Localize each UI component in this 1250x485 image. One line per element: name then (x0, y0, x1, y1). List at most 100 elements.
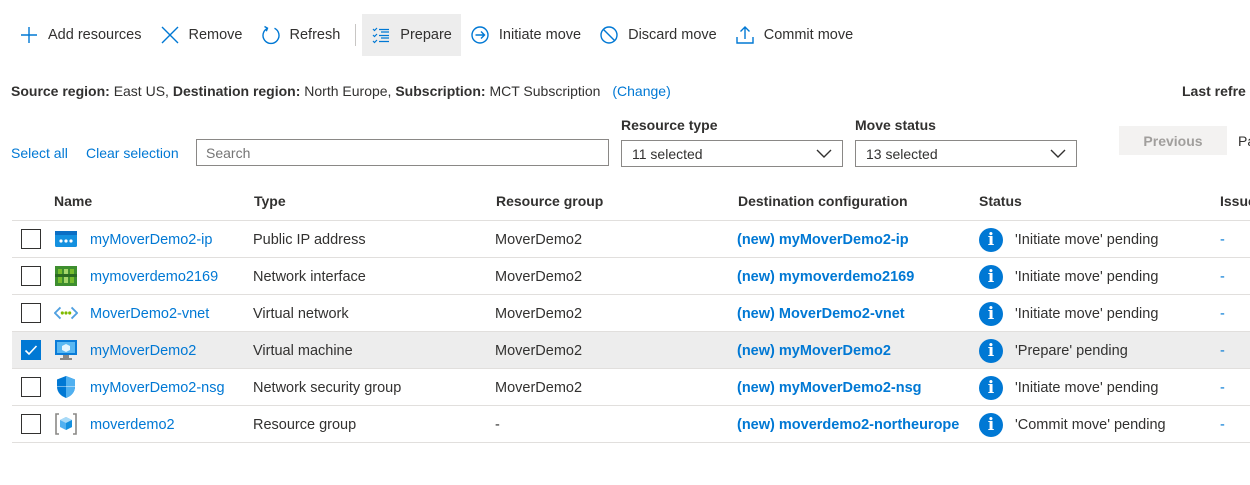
destination-link[interactable]: (new) MoverDemo2-vnet (737, 295, 905, 332)
row-checkbox[interactable] (21, 340, 41, 360)
resource-group: MoverDemo2 (495, 342, 583, 359)
virtual-network-icon (54, 302, 78, 324)
destination-link[interactable]: (new) moverdemo2-northeurope (737, 406, 959, 443)
resource-group: MoverDemo2 (495, 305, 583, 322)
remove-button[interactable]: Remove (151, 14, 252, 56)
resource-name-link[interactable]: myMoverDemo2-ip (90, 221, 212, 258)
move-status-label: Move status (855, 117, 936, 133)
issues-link[interactable]: - (1220, 332, 1225, 369)
row-checkbox[interactable] (21, 414, 41, 434)
column-header-type[interactable]: Type (254, 193, 286, 209)
row-checkbox[interactable] (21, 229, 41, 249)
issues-link[interactable]: - (1220, 295, 1225, 332)
resource-name-link[interactable]: moverdemo2 (90, 406, 175, 443)
source-region-value: East US, (113, 83, 169, 99)
row-checkbox[interactable] (21, 266, 41, 286)
discard-move-label: Discard move (628, 27, 717, 43)
change-link[interactable]: (Change) (612, 83, 670, 99)
resource-type: Network security group (253, 379, 402, 396)
previous-button[interactable]: Previous (1119, 126, 1227, 155)
table-row[interactable]: moverdemo2 Resource group - (new) moverd… (12, 406, 1250, 443)
destination-link[interactable]: (new) myMoverDemo2-nsg (737, 369, 922, 406)
refresh-button[interactable]: Refresh (252, 14, 350, 56)
resource-name-link[interactable]: myMoverDemo2-nsg (90, 369, 225, 406)
resource-type: Virtual machine (253, 342, 353, 359)
info-icon: i (979, 264, 1003, 289)
column-header-status[interactable]: Status (979, 193, 1022, 209)
resource-group: MoverDemo2 (495, 268, 583, 285)
status-text: 'Initiate move' pending (1015, 231, 1159, 248)
refresh-label: Refresh (289, 27, 341, 43)
status-cell: i 'Initiate move' pending (979, 221, 1158, 258)
move-status-value: 13 selected (866, 145, 938, 162)
status-text: 'Initiate move' pending (1015, 268, 1159, 285)
column-header-name[interactable]: Name (54, 193, 92, 209)
chevron-down-icon (816, 146, 832, 162)
prepare-button[interactable]: Prepare (362, 14, 461, 56)
resource-name-link[interactable]: myMoverDemo2 (90, 332, 196, 369)
refresh-icon (261, 25, 281, 45)
status-cell: i 'Prepare' pending (979, 332, 1128, 369)
column-header-issues[interactable]: Issue (1220, 193, 1250, 209)
destination-link[interactable]: (new) myMoverDemo2-ip (737, 221, 909, 258)
source-region-label: Source region: (11, 83, 110, 99)
upload-icon (735, 25, 755, 45)
command-bar: Add resources Remove Refresh Prepare Ini… (10, 14, 862, 56)
resource-type-dropdown[interactable]: 11 selected (621, 140, 843, 167)
checkmark-icon (24, 345, 38, 356)
clear-selection-link[interactable]: Clear selection (86, 145, 179, 161)
commit-move-label: Commit move (763, 27, 854, 43)
move-status-dropdown[interactable]: 13 selected (855, 140, 1077, 167)
issues-link[interactable]: - (1220, 258, 1225, 295)
table-row[interactable]: mymoverdemo2169 Network interface MoverD… (12, 258, 1250, 295)
status-cell: i 'Initiate move' pending (979, 258, 1158, 295)
issues-link[interactable]: - (1220, 369, 1225, 406)
select-all-link[interactable]: Select all (11, 145, 68, 161)
commit-move-button[interactable]: Commit move (726, 14, 862, 56)
resource-name-link[interactable]: MoverDemo2-vnet (90, 295, 209, 332)
table-row[interactable]: myMoverDemo2 Virtual machine MoverDemo2 … (12, 332, 1250, 369)
resource-type: Network interface (253, 268, 366, 285)
status-text: 'Initiate move' pending (1015, 379, 1159, 396)
status-text: 'Commit move' pending (1015, 416, 1166, 433)
initiate-move-button[interactable]: Initiate move (461, 14, 590, 56)
virtual-machine-icon (54, 339, 78, 361)
info-icon: i (979, 412, 1003, 437)
toolbar-divider (355, 24, 357, 46)
discard-move-button[interactable]: Discard move (590, 14, 726, 56)
destination-region-value: North Europe, (304, 83, 392, 99)
issues-link[interactable]: - (1220, 406, 1225, 443)
last-refreshed-label: Last refre (1182, 83, 1246, 99)
destination-link[interactable]: (new) mymoverdemo2169 (737, 258, 914, 295)
close-icon (160, 25, 180, 45)
table-row[interactable]: MoverDemo2-vnet Virtual network MoverDem… (12, 295, 1250, 332)
search-input[interactable] (196, 139, 609, 166)
info-icon: i (979, 301, 1003, 326)
table-row[interactable]: myMoverDemo2-nsg Network security group … (12, 369, 1250, 406)
public-ip-icon (54, 228, 78, 250)
add-resources-label: Add resources (48, 27, 142, 43)
region-summary: Source region: East US, Destination regi… (11, 83, 671, 99)
row-checkbox[interactable] (21, 303, 41, 323)
prohibited-icon (599, 25, 619, 45)
chevron-down-icon (1050, 146, 1066, 162)
network-interface-icon (54, 265, 78, 287)
column-header-destination[interactable]: Destination configuration (738, 193, 908, 209)
destination-region-label: Destination region: (172, 83, 301, 99)
issues-link[interactable]: - (1220, 221, 1225, 258)
remove-label: Remove (188, 27, 243, 43)
resource-group: MoverDemo2 (495, 379, 583, 396)
resource-group: - (495, 416, 500, 433)
row-checkbox[interactable] (21, 377, 41, 397)
row-divider (12, 442, 1250, 443)
add-resources-button[interactable]: Add resources (10, 14, 151, 56)
resource-type-label: Resource type (621, 117, 718, 133)
column-header-resource-group[interactable]: Resource group (496, 193, 603, 209)
resource-name-link[interactable]: mymoverdemo2169 (90, 258, 218, 295)
plus-icon (19, 25, 39, 45)
destination-link[interactable]: (new) myMoverDemo2 (737, 332, 891, 369)
initiate-move-label: Initiate move (498, 27, 582, 43)
table-row[interactable]: myMoverDemo2-ip Public IP address MoverD… (12, 221, 1250, 258)
subscription-value: MCT Subscription (489, 83, 601, 99)
info-icon: i (979, 338, 1003, 363)
